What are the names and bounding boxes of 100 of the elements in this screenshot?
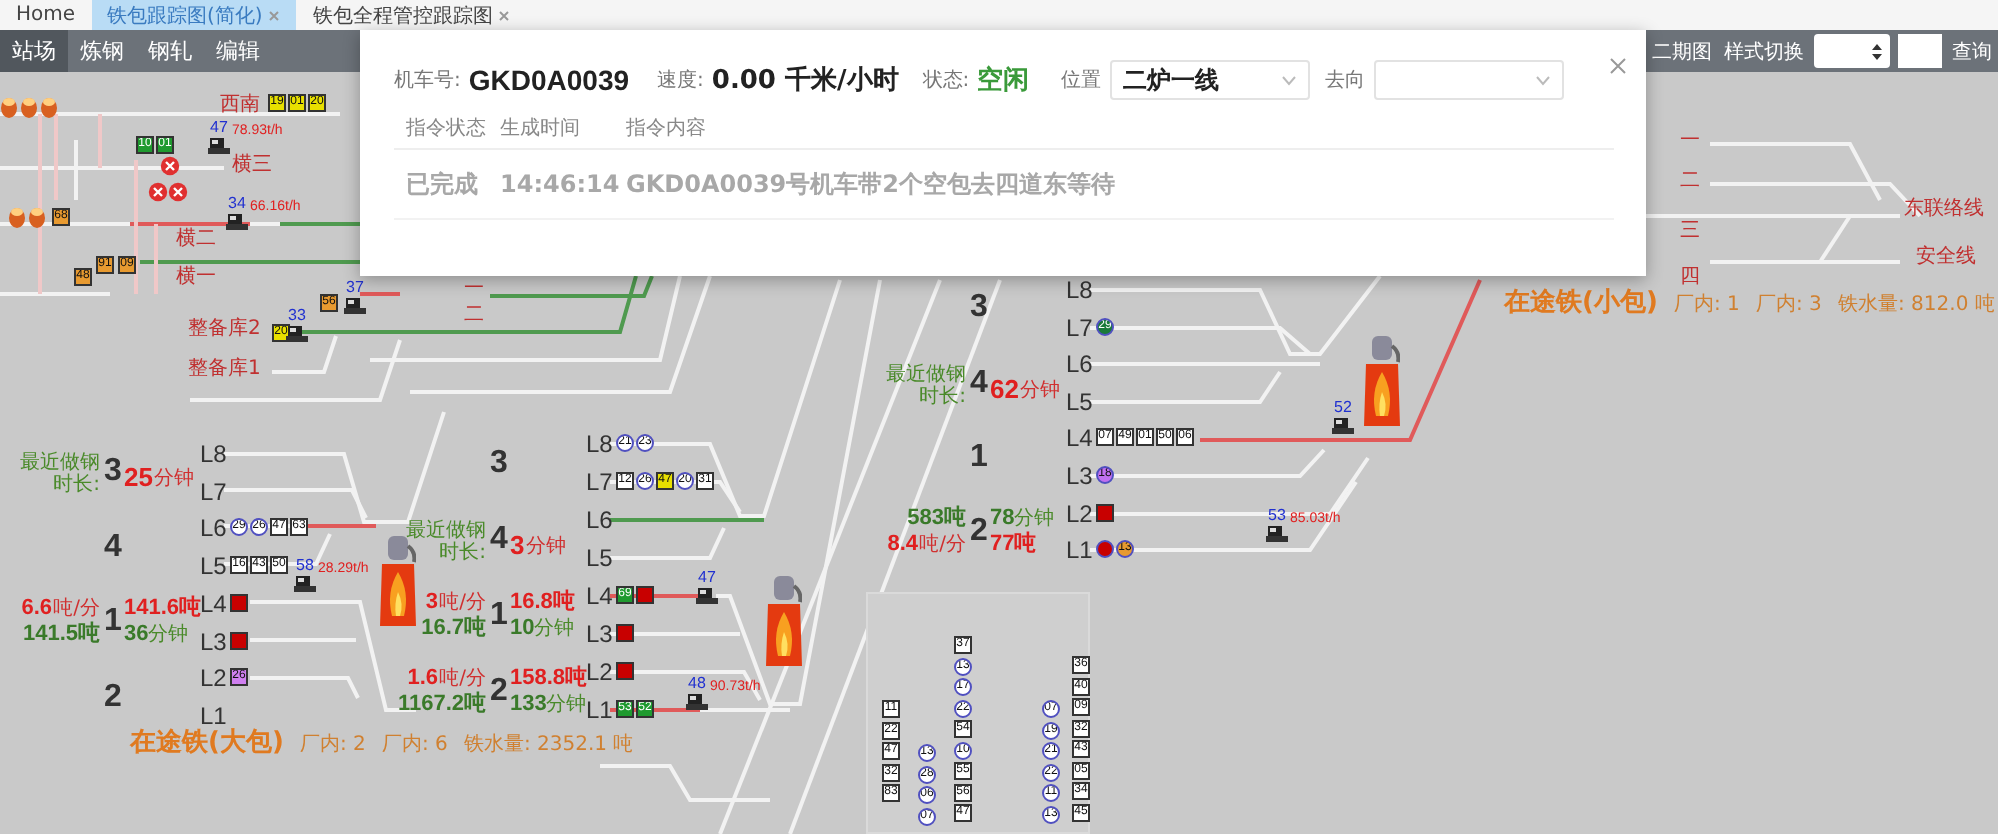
locomotive-icon	[686, 692, 708, 712]
locomotive-number: 52	[1334, 400, 1352, 416]
track-number: L6	[200, 516, 227, 541]
group-number: 4	[970, 367, 988, 399]
track-label: 横二	[176, 230, 216, 250]
track-number: L7	[200, 479, 227, 504]
field-label: 去向	[1325, 67, 1366, 94]
total-value: 16.7吨	[421, 617, 486, 639]
total-value: 141.5吨	[22, 624, 100, 647]
up-down-arrow-icon	[1872, 43, 1882, 59]
group-number: 1	[490, 599, 508, 631]
nav-menu-item[interactable]: 钢轧	[136, 30, 204, 72]
track-label: 整备库1	[188, 360, 261, 380]
speed-value: 0.00 千米/小时	[711, 63, 899, 98]
time-unit: 分钟	[148, 626, 188, 647]
iron-amount: 铁水量: 2352.1 吨	[464, 736, 634, 756]
search-field[interactable]	[1898, 34, 1942, 68]
locomotive-icon	[226, 212, 248, 232]
track-number: L7	[586, 470, 613, 494]
locomotive-icon	[344, 296, 366, 316]
time-value: 133	[510, 693, 547, 715]
rate-value: 3	[425, 591, 438, 613]
group-number: 2	[970, 515, 988, 548]
group-number: 1	[970, 441, 988, 474]
track-label: 三	[1680, 222, 1700, 242]
converter-furnace-icon	[380, 536, 416, 628]
ladle-icon	[20, 96, 38, 118]
nav-menu-item[interactable]: 编辑	[204, 30, 272, 72]
weight-value: 16.8吨	[510, 591, 575, 613]
ladle-icon	[0, 96, 18, 118]
chevron-down-icon	[1535, 75, 1550, 85]
signal-light-icon	[148, 182, 168, 202]
ladle-icon	[40, 96, 58, 118]
locomotive-icon	[1332, 416, 1354, 436]
track-label: 二	[1680, 172, 1700, 192]
plant-count: 厂内: 6	[382, 736, 448, 756]
group-number: 3	[970, 292, 988, 325]
style-select[interactable]	[1814, 34, 1890, 68]
position-select[interactable]: 二炉一线	[1109, 60, 1310, 100]
wait-unit: 分钟	[154, 470, 194, 491]
field-label: 状态:	[922, 67, 970, 94]
track-number: L5	[586, 546, 613, 570]
group-number: 4	[490, 523, 508, 555]
track-number: L2	[1066, 501, 1093, 526]
wait-unit: 分钟	[1020, 381, 1060, 401]
plant-count: 厂内: 2	[300, 736, 366, 756]
locomotive-number: 48	[688, 676, 706, 692]
track-number: L3	[586, 622, 613, 646]
tab[interactable]: 铁包全程管控跟踪图	[296, 0, 527, 30]
close-icon[interactable]	[268, 9, 281, 21]
status-value: 空闲	[977, 63, 1030, 98]
column-header: 指令状态	[406, 115, 488, 142]
track-label: 安全线	[1916, 248, 1976, 268]
track-number: L1	[200, 703, 227, 728]
track-number: L8	[1066, 278, 1093, 302]
track-label: 二	[464, 306, 484, 326]
wait-value: 62	[990, 375, 1019, 401]
table-cell: GKD0A0039号机车带2个空包去四道东等待	[626, 167, 1115, 201]
track-number: L5	[1066, 389, 1093, 414]
track-number: L6	[1066, 352, 1093, 377]
time-unit: 分钟	[546, 695, 586, 715]
track-number: L3	[200, 629, 227, 653]
rate-unit: 吨/分	[919, 535, 966, 556]
converter-furnace-icon	[1364, 336, 1400, 428]
locomotive-icon	[294, 574, 316, 594]
wait-label: 最近做钢时长:	[18, 452, 100, 497]
track-number: L6	[586, 508, 613, 532]
close-icon[interactable]	[498, 9, 511, 21]
tab[interactable]: Home	[0, 0, 92, 30]
close-icon[interactable]	[1610, 58, 1626, 74]
locomotive-icon	[1266, 524, 1288, 544]
track-number: L5	[200, 554, 227, 579]
locomotive-icon	[696, 586, 718, 606]
rate-unit: 吨/分	[53, 600, 100, 621]
group-number: 1	[104, 606, 122, 639]
nav-menu-item[interactable]: 炼钢	[68, 30, 136, 72]
nav-menu-item[interactable]: 站场	[0, 30, 68, 72]
query-button[interactable]: 查询	[1946, 37, 1998, 65]
rate-value: 8.4	[887, 533, 918, 556]
track-number: L7	[1066, 315, 1093, 340]
track-label: 一	[1680, 132, 1700, 152]
track-number: L4	[1066, 426, 1093, 451]
track-number: L3	[1066, 464, 1093, 488]
group-number: 4	[104, 531, 122, 564]
locomotive-number: 33	[288, 308, 306, 324]
track-label: 东联络线	[1904, 200, 1984, 220]
locomotive-number: 37	[346, 280, 364, 296]
table-cell: 14:46:14	[500, 170, 620, 198]
tab[interactable]: 铁包跟踪图(简化)	[91, 0, 297, 30]
nav-menu-item[interactable]: 样式切换	[1718, 30, 1810, 72]
total-value: 1167.2吨	[397, 693, 486, 715]
nav-menu-item[interactable]: 二期图	[1646, 30, 1718, 72]
signal-light-icon	[168, 182, 188, 202]
locomotive-number: 47	[698, 570, 716, 586]
group-number: 2	[490, 675, 508, 707]
track-label: 四	[1680, 268, 1700, 288]
converter-furnace-icon	[766, 576, 802, 668]
weight-value: 141.6吨	[124, 598, 202, 621]
group-number: 2	[104, 681, 122, 714]
column-header: 生成时间	[500, 115, 582, 142]
